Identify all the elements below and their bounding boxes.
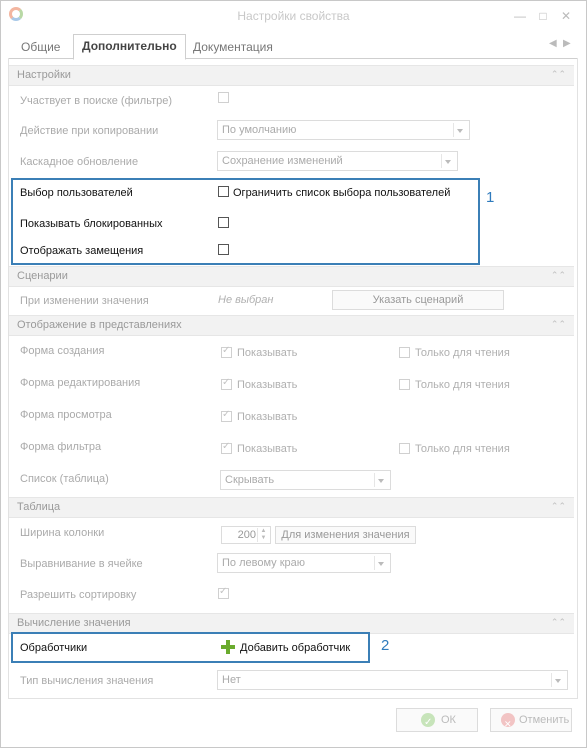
section-title: Вычисление значения <box>17 617 131 629</box>
copy-select-value: По умолчанию <box>222 124 297 136</box>
annotation-2: 2 <box>381 637 390 654</box>
tab-additional[interactable]: Дополнительно <box>73 34 186 60</box>
section-title: Отображение в представлениях <box>17 319 182 331</box>
calc-type-value: Нет <box>222 674 241 686</box>
align-select[interactable]: По левому краю <box>217 553 391 573</box>
view-show-checkbox[interactable] <box>221 409 232 422</box>
list-select[interactable]: Скрывать <box>220 470 391 490</box>
search-label: Участвует в поиске (фильтре) <box>20 95 173 107</box>
list-label: Список (таблица) <box>20 473 109 485</box>
cancel-icon <box>501 713 515 735</box>
chevron-down-icon[interactable] <box>374 473 388 487</box>
title-bar: Настройки свойства — □ ✕ <box>1 1 586 31</box>
create-readonly-checkbox[interactable] <box>399 347 410 358</box>
chevron-down-icon[interactable] <box>441 154 455 168</box>
check-icon <box>421 712 435 734</box>
edit-show-checkbox[interactable] <box>221 377 232 390</box>
view-show-label: Показывать <box>237 411 298 423</box>
filter-readonly-label: Только для чтения <box>415 443 510 455</box>
section-title: Настройки <box>17 69 71 81</box>
chevron-down-icon[interactable] <box>453 123 467 137</box>
form-edit-label: Форма редактирования <box>20 377 141 389</box>
cascade-select[interactable]: Сохранение изменений <box>217 151 458 171</box>
cancel-label: Отменить <box>519 714 570 726</box>
annotation-1: 1 <box>486 189 495 206</box>
cascade-select-value: Сохранение изменений <box>222 155 343 167</box>
sort-label: Разрешить сортировку <box>20 589 137 601</box>
maximize-icon[interactable]: □ <box>536 9 550 23</box>
chevron-down-icon[interactable] <box>551 673 565 687</box>
collapse-icon[interactable]: ⌃⌃ <box>551 270 566 281</box>
chevron-down-icon[interactable] <box>374 556 388 570</box>
ok-label: ОК <box>441 714 456 726</box>
on-change-label: При изменении значения <box>20 295 149 307</box>
cancel-button[interactable]: Отменить <box>490 708 572 735</box>
copy-select[interactable]: По умолчанию <box>217 120 470 140</box>
close-icon[interactable]: ✕ <box>559 9 573 23</box>
edit-readonly-label: Только для чтения <box>415 379 510 391</box>
form-create-label: Форма создания <box>20 345 105 357</box>
section-display[interactable]: Отображение в представлениях ⌃⌃ <box>9 315 574 336</box>
collapse-icon[interactable]: ⌃⌃ <box>551 69 566 80</box>
ok-button[interactable]: ОК <box>396 708 478 734</box>
on-change-value: Не выбран <box>218 294 274 306</box>
cascade-label: Каскадное обновление <box>20 156 139 168</box>
highlight-box-1 <box>11 178 480 265</box>
align-select-value: По левому краю <box>222 557 305 569</box>
minimize-icon[interactable]: — <box>513 9 527 23</box>
section-title: Таблица <box>17 501 61 513</box>
create-show-label: Показывать <box>237 347 298 359</box>
collapse-icon[interactable]: ⌃⌃ <box>551 617 566 628</box>
tab-general[interactable]: Общие <box>13 37 68 57</box>
width-label: Ширина колонки <box>20 527 105 539</box>
edit-show-label: Показывать <box>237 379 298 391</box>
edit-readonly-checkbox[interactable] <box>399 379 410 390</box>
filter-readonly-checkbox[interactable] <box>399 443 410 454</box>
section-scenarios[interactable]: Сценарии ⌃⌃ <box>9 266 574 287</box>
section-calc[interactable]: Вычисление значения ⌃⌃ <box>9 613 574 634</box>
filter-show-checkbox[interactable] <box>221 441 232 454</box>
width-stepper[interactable]: 200 ▲ ▼ <box>221 526 271 544</box>
width-change-button[interactable]: Для изменения значения <box>275 526 416 544</box>
create-readonly-label: Только для чтения <box>415 347 510 359</box>
copy-label: Действие при копировании <box>20 125 159 137</box>
create-show-checkbox[interactable] <box>221 345 232 358</box>
collapse-icon[interactable]: ⌃⌃ <box>551 319 566 330</box>
section-settings[interactable]: Настройки ⌃⌃ <box>9 65 574 86</box>
tab-prev-icon[interactable]: ◀ <box>549 38 557 49</box>
calc-type-label: Тип вычисления значения <box>20 675 154 687</box>
window-title: Настройки свойства <box>237 9 350 23</box>
collapse-icon[interactable]: ⌃⌃ <box>551 501 566 512</box>
search-checkbox[interactable] <box>218 92 229 103</box>
highlight-box-2 <box>11 632 370 663</box>
form-view-label: Форма просмотра <box>20 409 112 421</box>
width-value: 200 <box>237 529 256 541</box>
section-table[interactable]: Таблица ⌃⌃ <box>9 497 574 518</box>
form-filter-label: Форма фильтра <box>20 441 102 453</box>
tab-next-icon[interactable]: ▶ <box>563 38 571 49</box>
tab-strip: Общие Дополнительно Документация ◀ ▶ <box>9 34 577 60</box>
spin-arrows-icon[interactable]: ▲ ▼ <box>257 528 269 542</box>
calc-type-select[interactable]: Нет <box>217 670 568 690</box>
sort-checkbox[interactable] <box>218 586 229 599</box>
tab-documentation[interactable]: Документация <box>185 37 281 57</box>
section-title: Сценарии <box>17 270 68 282</box>
align-label: Выравнивание в ячейке <box>20 558 143 570</box>
list-select-value: Скрывать <box>225 474 275 486</box>
filter-show-label: Показывать <box>237 443 298 455</box>
specify-scenario-button[interactable]: Указать сценарий <box>332 290 504 310</box>
